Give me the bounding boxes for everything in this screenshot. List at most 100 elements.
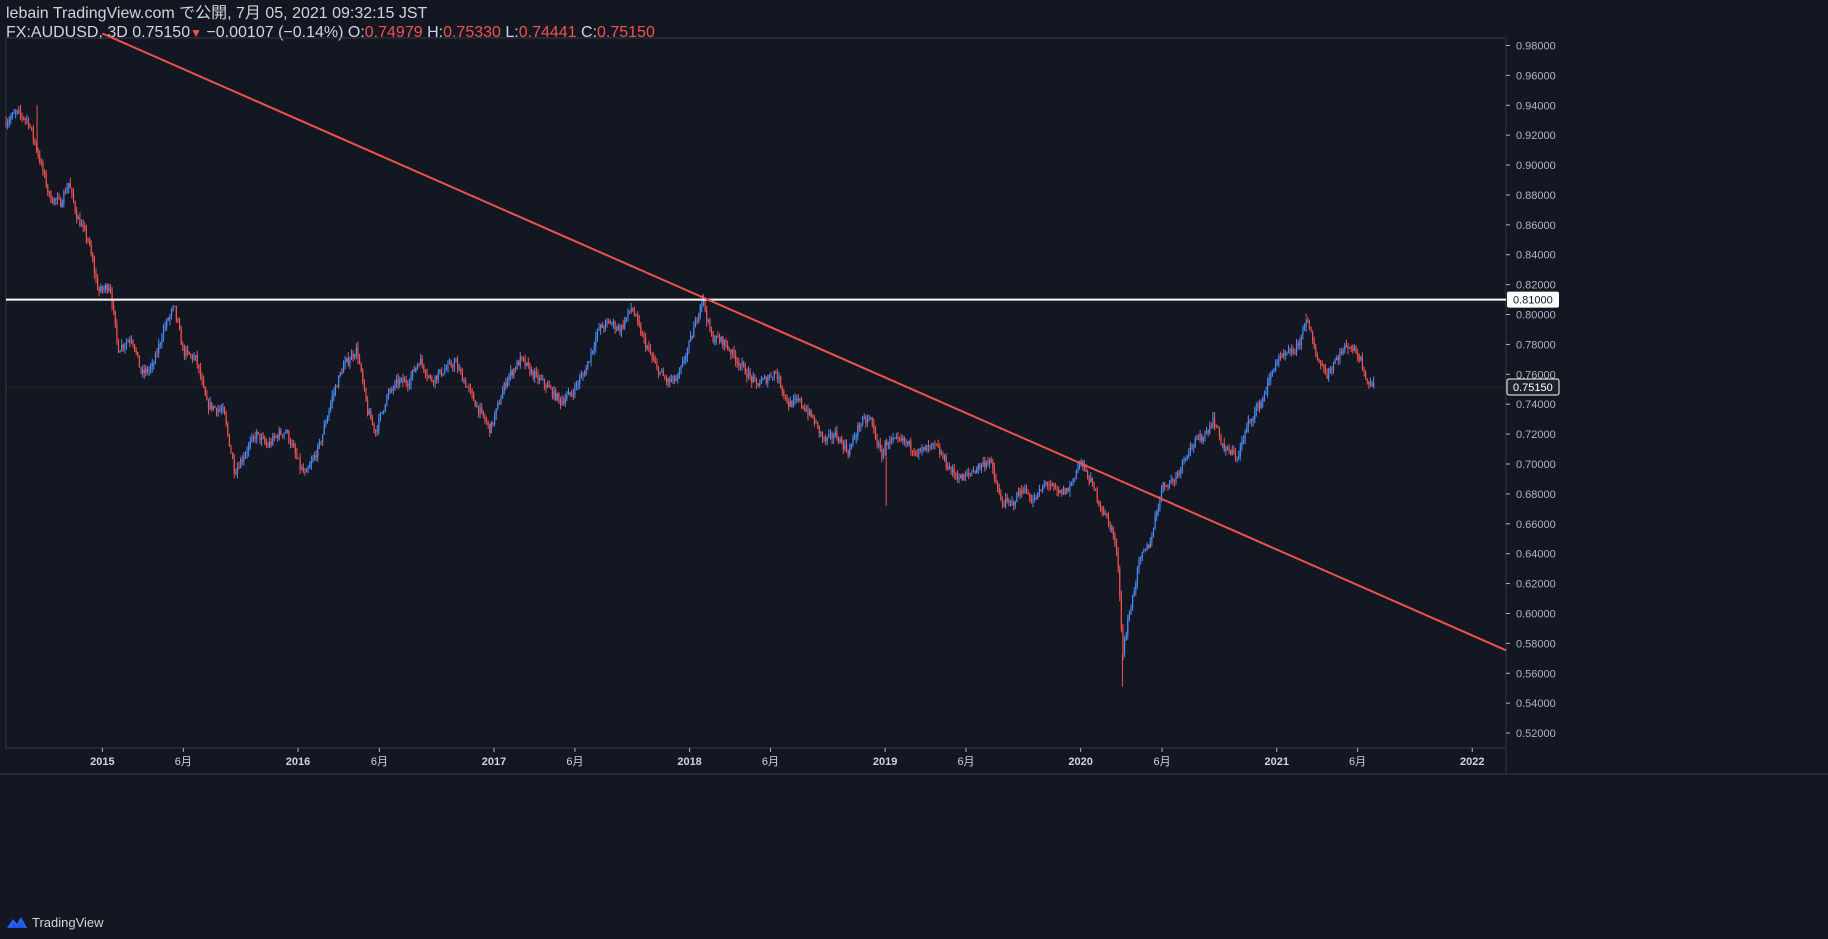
candle-up [868,418,870,420]
candle-down [178,321,181,330]
candle-down [1326,373,1328,379]
candle-down [704,298,706,311]
candle-down [352,353,354,358]
candle-up [307,468,309,470]
candle-down [1098,501,1100,505]
candle-up [1286,353,1288,355]
footer-brand[interactable]: TradingView [6,911,104,933]
candle-down [786,395,788,403]
candle-down [727,345,729,350]
candle-up [616,328,618,330]
candle-down [1366,379,1368,382]
candle-up [209,402,211,409]
candle-up [894,438,896,440]
candle-up [516,361,518,370]
candle-down [953,468,955,474]
candle-down [813,417,815,424]
candle-down [1109,521,1111,530]
candle-down [934,443,936,445]
candle-down [129,341,131,343]
candle-down [133,344,136,351]
candle-down [511,370,513,376]
candle-down [405,380,407,384]
candle-up [283,433,285,436]
x-tick-label: 2019 [873,756,897,768]
candle-down [1120,596,1122,629]
candle-down [873,423,875,430]
candle-down [42,162,44,172]
candle-up [678,371,680,376]
candle-up [108,288,110,291]
candle-down [997,484,999,489]
x-tick-label: 2020 [1068,756,1092,768]
candle-down [638,320,640,325]
candle-up [240,459,242,469]
candle-up [577,384,579,386]
candle-down [993,468,995,478]
candle-up [1138,559,1140,569]
candle-down [964,474,967,476]
candle-down [436,375,438,380]
candle-up [291,444,293,446]
candle-down [1095,488,1097,491]
candle-down [537,373,539,380]
candle-up [1024,487,1026,493]
price-chart[interactable]: 0.52000 0.54000 0.56000 0.58000 0.60000 0.620… [0,0,1828,939]
candle-down [1050,485,1052,487]
candle-up [860,424,862,428]
candle-up [497,403,499,409]
candle-down [85,228,87,239]
candle-up [862,418,864,425]
candle-down [481,407,483,411]
candle-up [1188,451,1190,456]
candle-up [333,392,335,396]
candle-down [262,437,264,439]
candle-up [1135,583,1137,592]
candle-up [720,336,722,342]
candle-down [527,362,529,366]
candle-up [1302,327,1304,335]
candle-up [392,388,394,390]
candle-down [180,329,182,345]
candle-down [1117,551,1119,568]
candle-down [452,366,454,368]
candle-up [159,343,161,345]
candle-down [1228,447,1230,451]
candle-down [74,201,76,212]
candle-down [903,437,905,442]
candle-up [268,441,271,447]
candle-down [196,355,198,365]
candle-down [270,441,272,445]
candle-up [379,413,382,418]
candle-down [87,238,89,241]
candle-up [1140,557,1142,560]
candle-down [1067,488,1069,492]
candle-up [506,380,509,387]
candle-down [24,118,26,120]
candle-down [1347,345,1349,349]
candle-up [526,362,528,366]
candle-up [1125,633,1127,641]
candle-up [1226,447,1229,450]
x-tick-label: 6月 [762,756,779,768]
candle-up [338,375,340,388]
candle-up [820,432,822,434]
candle-down [669,378,671,382]
candle-up [10,117,12,121]
candle-down [1220,435,1222,444]
candle-down [710,331,713,335]
candle-down [733,349,735,356]
candle-up [1267,381,1269,393]
candle-down [50,192,52,203]
candle-up [582,374,584,376]
candle-down [1027,493,1029,495]
candle-down [879,443,881,450]
candle-up [587,361,589,368]
candle-up [682,361,684,366]
candle-up [1162,482,1164,489]
candle-up [1189,445,1192,452]
candle-down [1058,490,1060,493]
candle-down [974,470,976,473]
candle-down [187,349,189,352]
candle-down [1061,490,1063,495]
